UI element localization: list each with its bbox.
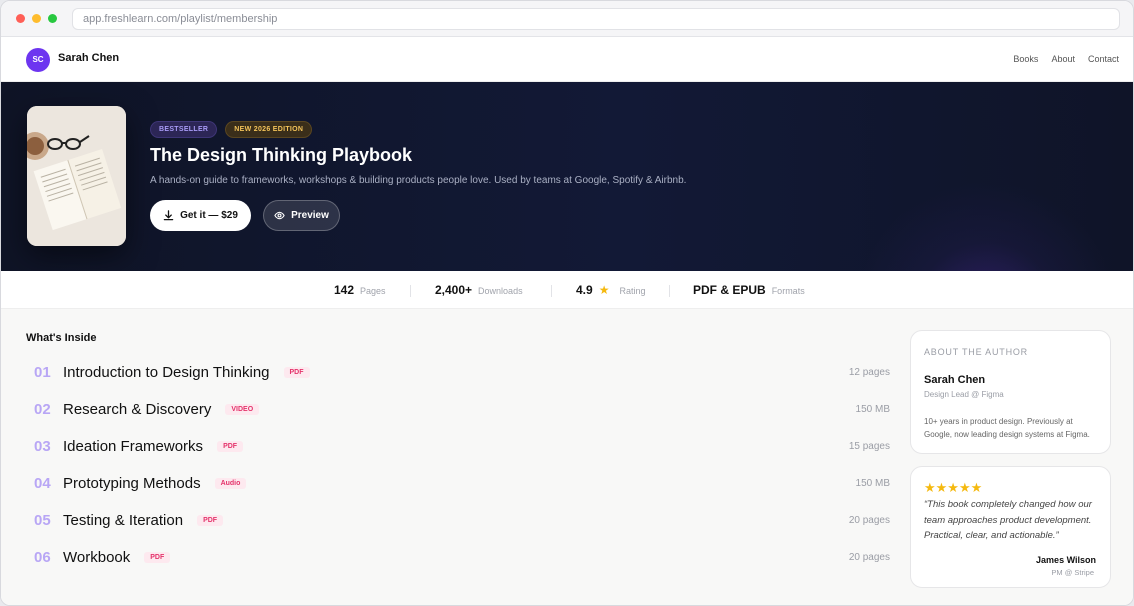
browser-window: app.freshlearn.com/playlist/membership S… [0,0,1134,606]
nav-link-contact[interactable]: Contact [1088,54,1119,64]
download-icon [163,210,174,221]
chapter-row[interactable]: 05 Testing & Iteration PDF 20 pages [26,505,890,535]
get-it-label: Get it — $29 [180,210,238,221]
chapter-title: Prototyping Methods [63,474,201,492]
stats-bar: 142 Pages 2,400+ Downloads 4.9 ★ Rating … [1,271,1133,309]
format-tag: PDF [217,440,244,452]
chapter-row[interactable]: 06 Workbook PDF 20 pages [26,542,890,572]
preview-button[interactable]: Preview [263,200,340,231]
chapter-number: 01 [34,363,51,381]
author-card: ABOUT THE AUTHOR Sarah Chen Design Lead … [910,330,1111,454]
chapter-size: 20 pages [848,551,890,563]
address-bar[interactable]: app.freshlearn.com/playlist/membership [72,8,1120,30]
chapter-number: 06 [34,548,51,566]
bestseller-badge: BESTSELLER [150,121,218,138]
book-cover-image [27,106,126,246]
format-tag: PDF [144,551,171,563]
divider [551,285,552,297]
divider [410,285,411,297]
review-quote: “This book completely changed how our te… [924,499,1092,541]
stat-pages: 142 Pages [334,283,386,297]
nav-links: Books About Contact [1013,54,1119,64]
chapter-title: Research & Discovery [63,400,212,418]
chapter-number: 05 [34,511,51,529]
chapter-row[interactable]: 04 Prototyping Methods Audio 150 MB [26,468,890,498]
nav-link-about[interactable]: About [1051,54,1075,64]
chapter-size: 20 pages [848,514,890,526]
review-card: ★★★★★ “This book completely changed how … [910,466,1111,588]
stat-pages-label: Pages [360,286,386,296]
chapter-number: 02 [34,400,51,418]
maximize-window-button[interactable] [48,14,57,23]
stat-downloads: 2,400+ Downloads [435,283,523,297]
chapter-size: 15 pages [848,440,890,452]
author-bio: 10+ years in product design. Previously … [924,417,1090,439]
chapter-row[interactable]: 02 Research & Discovery VIDEO 150 MB [26,394,890,424]
nav-link-books[interactable]: Books [1013,54,1038,64]
book-title: The Design Thinking Playbook [150,145,413,165]
chapter-row[interactable]: 03 Ideation Frameworks PDF 15 pages [26,431,890,461]
stat-rating-value: 4.9 [576,283,593,297]
chapter-size: 12 pages [848,366,890,378]
format-tag: Audio [214,477,247,489]
reviewer-name: James Wilson [1036,555,1096,565]
rating-stars-icon: ★★★★★ [924,480,983,495]
book-subtitle: A hands-on guide to frameworks, workshop… [150,175,687,186]
chapter-size: 150 MB [855,403,890,415]
preview-label: Preview [291,210,329,221]
chapter-title: Workbook [63,548,131,566]
site-navbar: SC Sarah Chen Books About Contact [1,37,1133,82]
chapter-size: 150 MB [855,477,890,489]
format-tag: PDF [283,366,310,378]
stat-rating: 4.9 ★ Rating [576,283,645,297]
stat-formats-value: PDF & EPUB [693,283,766,297]
close-window-button[interactable] [16,14,25,23]
eye-icon [274,211,285,220]
stat-downloads-value: 2,400+ [435,283,473,297]
get-it-button[interactable]: Get it — $29 [150,200,251,231]
author-name: Sarah Chen [924,374,986,386]
reviewer-role: PM @ Stripe [1051,568,1094,577]
divider [669,285,670,297]
stat-formats-label: Formats [771,286,805,296]
chapter-number: 03 [34,437,51,455]
chapter-title: Introduction to Design Thinking [63,363,270,381]
chapter-row[interactable]: 01 Introduction to Design Thinking PDF 1… [26,357,890,387]
author-card-heading: ABOUT THE AUTHOR [924,347,1028,357]
browser-chrome: app.freshlearn.com/playlist/membership [1,1,1133,37]
minimize-window-button[interactable] [32,14,41,23]
main-content: What's Inside 01 Introduction to Design … [1,309,1133,605]
brand-name[interactable]: Sarah Chen [58,52,119,64]
format-tag: PDF [197,514,224,526]
format-tag: VIDEO [225,403,260,415]
stat-downloads-label: Downloads [478,286,523,296]
star-icon: ★ [598,283,610,297]
chapter-title: Testing & Iteration [63,511,184,529]
stat-pages-value: 142 [334,283,355,297]
chapter-number: 04 [34,474,51,492]
section-title: What's Inside [26,332,97,344]
edition-badge: NEW 2026 EDITION [225,121,313,138]
avatar[interactable]: SC [26,48,50,72]
badge-group: BESTSELLER NEW 2026 EDITION [150,121,313,138]
hero-section: BESTSELLER NEW 2026 EDITION The Design T… [1,82,1133,271]
stat-formats: PDF & EPUB Formats [693,283,805,297]
stat-rating-label: Rating [619,286,646,296]
chapter-title: Ideation Frameworks [63,437,204,455]
author-role: Design Lead @ Figma [924,390,1004,399]
